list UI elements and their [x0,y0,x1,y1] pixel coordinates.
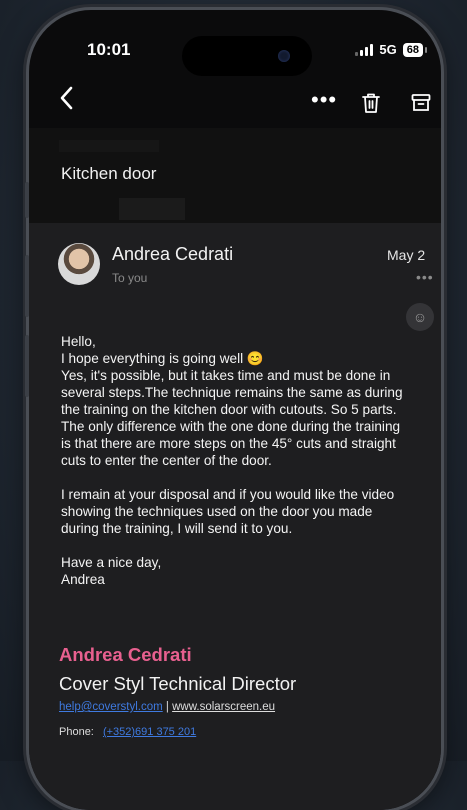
status-time: 10:01 [87,40,131,59]
battery-icon: 68 [402,42,428,57]
signature-links: help@coverstyl.com | www.solarscreen.eu [59,701,275,713]
action-button [25,182,29,218]
dynamic-island [182,36,312,76]
signature-separator: | [165,701,169,713]
trash-icon[interactable] [361,92,381,119]
email-card: Andrea Cedrati To you May 2 ••• ☺ Hello,… [29,223,441,810]
email-body: Hello, I hope everything is going well 😊… [61,334,403,587]
volume-down-button [25,335,29,397]
phone-label: Phone: [59,726,94,738]
signature-website-link[interactable]: www.solarscreen.eu [172,701,275,713]
phone-number-link[interactable]: (+352)691 375 201 [103,726,196,738]
redacted-block [59,140,159,152]
chevron-left-icon[interactable] [59,86,73,116]
recipient-label[interactable]: To you [112,271,147,285]
avatar[interactable] [58,243,100,285]
volume-up-button [25,255,29,317]
email-date: May 2 [387,247,426,263]
email-toolbar: ••• [29,76,441,128]
signal-icon [355,43,374,56]
signature-name: Andrea Cedrati [59,644,192,665]
signature-title: Cover Styl Technical Director [59,673,297,694]
email-subject: Kitchen door [61,164,157,183]
emoji-icon[interactable]: ☺ [406,303,434,331]
archive-icon[interactable] [411,93,431,118]
subject-area: Kitchen door [29,128,441,223]
status-indicators: 5G 68 [355,42,428,57]
sender-name[interactable]: Andrea Cedrati [112,244,233,265]
header-more-button[interactable]: ••• [416,269,434,285]
signature-phone: Phone: (+352)691 375 201 [59,726,196,738]
redacted-block [119,198,185,220]
camera-icon [278,50,290,62]
phone-frame: 10:01 5G 68 ••• Kitchen door Andrea Cedr… [29,10,441,810]
network-label: 5G [379,42,397,57]
more-options-button[interactable]: ••• [311,89,337,111]
signature-email-link[interactable]: help@coverstyl.com [59,701,163,713]
